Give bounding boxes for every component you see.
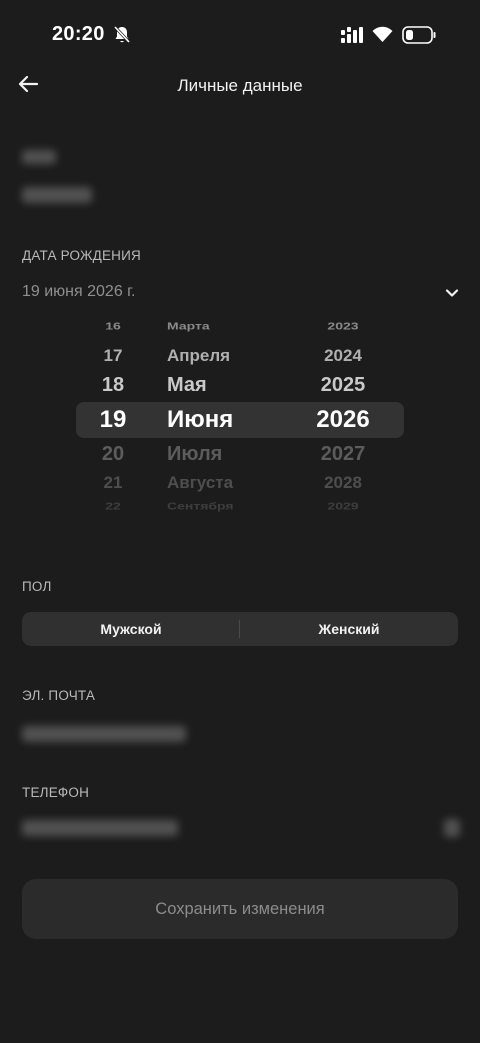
picker-year: 2026	[316, 406, 370, 433]
phone-label: ТЕЛЕФОН	[22, 785, 90, 800]
picker-month: Апреля	[167, 346, 231, 365]
picker-year: 2024	[324, 346, 362, 365]
birth-date-label: ДАТА РОЖДЕНИЯ	[22, 248, 141, 263]
picker-day: 21	[103, 473, 123, 492]
picker-day: 20	[101, 442, 125, 465]
picker-row[interactable]: 20 Июля 2027	[76, 439, 404, 469]
bell-muted-icon	[113, 25, 131, 44]
page-title: Личные данные	[177, 76, 303, 95]
first-name-field-blurred[interactable]	[22, 150, 56, 164]
gender-segmented-control: Мужской Женский	[22, 612, 458, 646]
picker-row[interactable]: 16 Марта 2023	[76, 319, 404, 333]
picker-year: 2028	[324, 473, 362, 492]
picker-row[interactable]: 18 Мая 2025	[76, 370, 404, 400]
birth-date-value[interactable]: 19 июня 2026 г.	[22, 283, 136, 301]
chevron-down-icon[interactable]	[441, 283, 463, 303]
date-picker-wheel[interactable]: 16 Марта 2023 17 Апреля 2024 18 Мая 2025…	[76, 318, 404, 514]
picker-day: 22	[105, 500, 121, 512]
picker-year: 2023	[327, 320, 359, 332]
picker-row[interactable]: 22 Сентября 2029	[76, 499, 404, 513]
picker-month: Июля	[167, 442, 223, 465]
gender-female-button[interactable]: Женский	[240, 612, 458, 646]
phone-edit-icon-blurred[interactable]	[444, 819, 460, 837]
status-bar: 20:20	[0, 0, 480, 70]
picker-year: 2029	[327, 500, 359, 512]
picker-month: Марта	[167, 320, 210, 332]
picker-day: 18	[101, 373, 125, 396]
gender-label: ПОЛ	[22, 579, 52, 594]
picker-row[interactable]: 17 Апреля 2024	[76, 341, 404, 371]
segment-divider	[239, 620, 240, 638]
picker-year: 2025	[320, 373, 366, 396]
gender-male-button[interactable]: Мужской	[22, 612, 240, 646]
phone-field-blurred[interactable]	[22, 820, 178, 836]
picker-day: 16	[105, 320, 121, 332]
picker-day: 17	[103, 346, 123, 365]
picker-day: 19	[99, 406, 127, 433]
battery-icon	[402, 26, 436, 44]
picker-month: Сентября	[167, 500, 234, 512]
picker-month: Июня	[167, 406, 234, 433]
picker-row[interactable]: 21 Августа 2028	[76, 469, 404, 497]
signal-icon	[341, 27, 363, 43]
picker-row-selected[interactable]: 19 Июня 2026	[76, 403, 404, 437]
email-field-blurred[interactable]	[22, 726, 186, 742]
save-button[interactable]: Сохранить изменения	[22, 879, 458, 939]
picker-month: Августа	[167, 473, 234, 492]
wifi-icon	[372, 26, 393, 42]
status-time: 20:20	[52, 23, 105, 45]
last-name-field-blurred[interactable]	[22, 187, 92, 203]
email-label: ЭЛ. ПОЧТА	[22, 688, 96, 703]
picker-month: Мая	[167, 373, 207, 396]
picker-year: 2027	[320, 442, 366, 465]
